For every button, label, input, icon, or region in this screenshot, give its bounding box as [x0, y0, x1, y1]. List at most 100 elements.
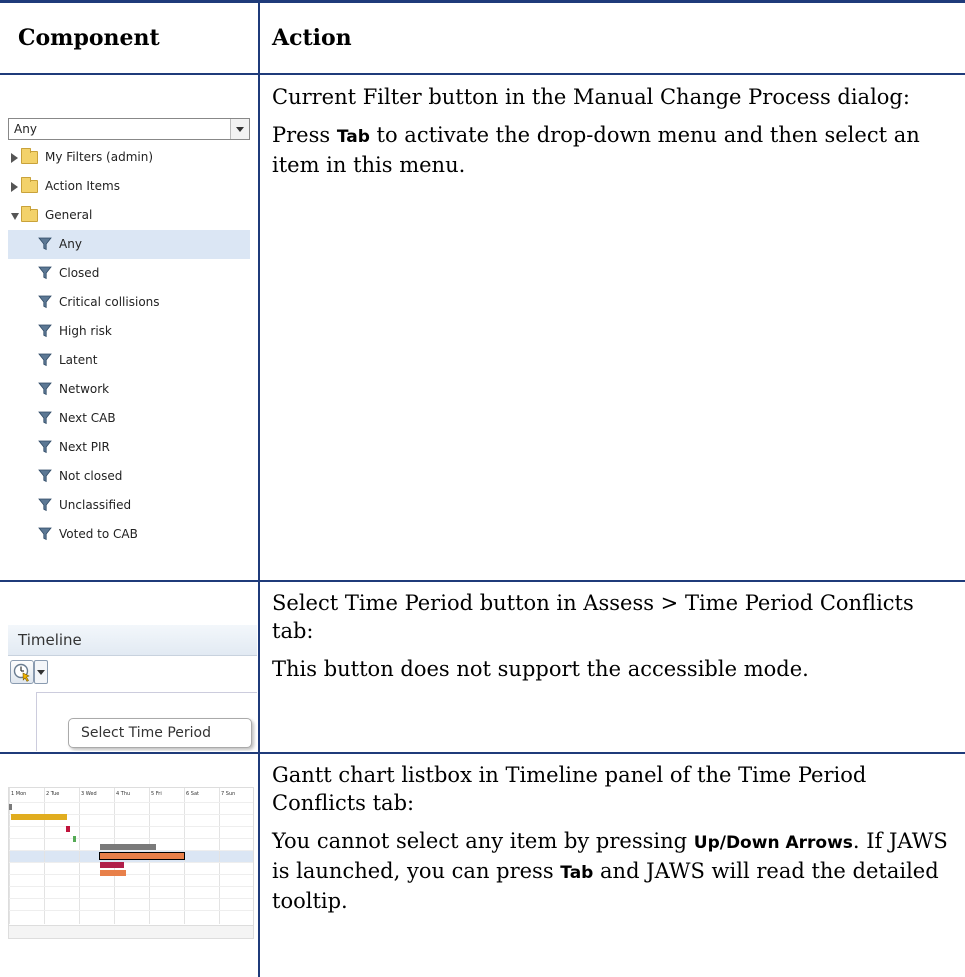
- gantt-bar[interactable]: [100, 870, 126, 876]
- expand-arrow-icon[interactable]: [11, 153, 18, 163]
- filter-item-label: Unclassified: [59, 498, 132, 512]
- gantt-day-header: 2 Tue: [46, 791, 60, 797]
- filter-icon: [38, 382, 52, 396]
- filter-item-label: Next CAB: [59, 411, 116, 425]
- gantt-row-line: [9, 874, 253, 875]
- filter-item-label: Network: [59, 382, 110, 396]
- filter-item[interactable]: Not closed: [8, 462, 250, 491]
- select-time-period-button[interactable]: [10, 660, 34, 684]
- column-header-component: Component: [18, 25, 160, 51]
- filter-item[interactable]: High risk: [8, 317, 250, 346]
- action-text: This button does not support the accessi…: [272, 657, 809, 681]
- row-rule-2: [0, 752, 965, 754]
- tree-folder-label: Action Items: [45, 179, 120, 193]
- filter-item[interactable]: Next CAB: [8, 404, 250, 433]
- action-text: Gantt chart listbox in Timeline panel of…: [272, 763, 867, 815]
- action-text: Current Filter button in the Manual Chan…: [272, 85, 910, 109]
- folder-icon: [21, 177, 38, 193]
- action-cell-1: Current Filter button in the Manual Chan…: [272, 83, 952, 189]
- current-filter-combo[interactable]: Any: [8, 118, 250, 140]
- filter-item[interactable]: Any: [8, 230, 250, 259]
- filter-item-label: Any: [59, 237, 82, 251]
- filter-icon: [38, 411, 52, 425]
- filter-dropdown-screenshot: Any My Filters (admin) Action Items Gene…: [8, 107, 252, 567]
- filter-item[interactable]: Next PIR: [8, 433, 250, 462]
- key-name: Tab: [336, 127, 370, 147]
- folder-open-icon: [21, 206, 38, 222]
- combo-value: Any: [14, 122, 37, 136]
- gantt-row-line: [9, 910, 253, 911]
- timeline-screenshot: Timeline Select Time Period: [8, 617, 257, 751]
- filter-icon: [38, 237, 52, 251]
- filter-item-label: Latent: [59, 353, 98, 367]
- gantt-bar[interactable]: [100, 862, 124, 868]
- action-text: You cannot select any item by pressing U…: [272, 829, 948, 913]
- filter-item[interactable]: Closed: [8, 259, 250, 288]
- filter-item-label: Critical collisions: [59, 295, 160, 309]
- filter-item[interactable]: Network: [8, 375, 250, 404]
- filter-item[interactable]: Latent: [8, 346, 250, 375]
- chevron-down-icon[interactable]: [230, 119, 249, 139]
- gantt-row-line: [9, 802, 253, 803]
- filter-icon: [38, 527, 52, 541]
- tree-folder-label: General: [45, 208, 93, 222]
- folder-icon: [21, 148, 38, 164]
- action-cell-2: Select Time Period button in Assess > Ti…: [272, 589, 952, 693]
- gantt-row-line: [9, 826, 253, 827]
- gantt-day-header: 5 Fri: [151, 791, 162, 797]
- tree-folder[interactable]: My Filters (admin): [8, 143, 250, 172]
- filter-icon: [38, 266, 52, 280]
- chevron-down-icon[interactable]: [34, 660, 48, 684]
- filter-list: Any Closed Critical collisions High risk Lat…: [8, 230, 250, 549]
- filter-icon: [38, 324, 52, 338]
- key-name: Tab: [560, 863, 594, 883]
- filter-item[interactable]: Critical collisions: [8, 288, 250, 317]
- table-top-rule: [0, 0, 965, 3]
- action-text: Select Time Period button in Assess > Ti…: [272, 591, 914, 643]
- filter-item[interactable]: Voted to CAB: [8, 520, 250, 549]
- gantt-row-line: [9, 898, 253, 899]
- gantt-day-gridline: [219, 788, 220, 924]
- gantt-bar[interactable]: [99, 852, 185, 860]
- tree-folder-label: My Filters (admin): [45, 150, 154, 164]
- filter-item-label: High risk: [59, 324, 112, 338]
- horizontal-scrollbar[interactable]: [9, 925, 253, 938]
- filter-item-label: Closed: [59, 266, 100, 280]
- collapse-arrow-icon[interactable]: [11, 213, 19, 220]
- header-rule: [0, 73, 965, 75]
- tree-folder[interactable]: General: [8, 201, 250, 230]
- gantt-day-header: 7 Sun: [221, 791, 236, 797]
- key-name: Up/Down Arrows: [693, 833, 853, 853]
- gantt-bar[interactable]: [73, 836, 76, 842]
- filter-item-label: Next PIR: [59, 440, 110, 454]
- column-header-action: Action: [272, 25, 352, 51]
- filter-tree: My Filters (admin) Action Items General …: [8, 143, 250, 549]
- gantt-chart-listbox[interactable]: 1 Mon 2 Tue 3 Wed 4 Thu 5 Fri 6 Sat 7 Sun: [8, 787, 254, 939]
- timeline-title: Timeline: [18, 631, 82, 649]
- filter-item-label: Voted to CAB: [59, 527, 138, 541]
- filter-icon: [38, 469, 52, 483]
- gantt-bar[interactable]: [11, 814, 67, 820]
- action-cell-3: Gantt chart listbox in Timeline panel of…: [272, 761, 952, 925]
- column-divider: [258, 0, 260, 977]
- gantt-row-line: [9, 886, 253, 887]
- filter-icon: [38, 295, 52, 309]
- clock-cursor-icon: [13, 663, 30, 682]
- gantt-bar[interactable]: [66, 826, 70, 832]
- filter-icon: [38, 440, 52, 454]
- gantt-row-line: [9, 862, 253, 863]
- tree-folder[interactable]: Action Items: [8, 172, 250, 201]
- gantt-bar[interactable]: [9, 804, 12, 810]
- gantt-day-header: 3 Wed: [81, 791, 97, 797]
- filter-icon: [38, 498, 52, 512]
- filter-icon: [38, 353, 52, 367]
- gantt-row-line: [9, 838, 253, 839]
- filter-item[interactable]: Unclassified: [8, 491, 250, 520]
- gantt-bar[interactable]: [100, 844, 156, 850]
- gantt-day-header: 4 Thu: [116, 791, 131, 797]
- tooltip: Select Time Period: [68, 718, 252, 748]
- expand-arrow-icon[interactable]: [11, 182, 18, 192]
- gantt-day-gridline: [44, 788, 45, 924]
- gantt-day-header: 1 Mon: [11, 791, 27, 797]
- gantt-day-gridline: [79, 788, 80, 924]
